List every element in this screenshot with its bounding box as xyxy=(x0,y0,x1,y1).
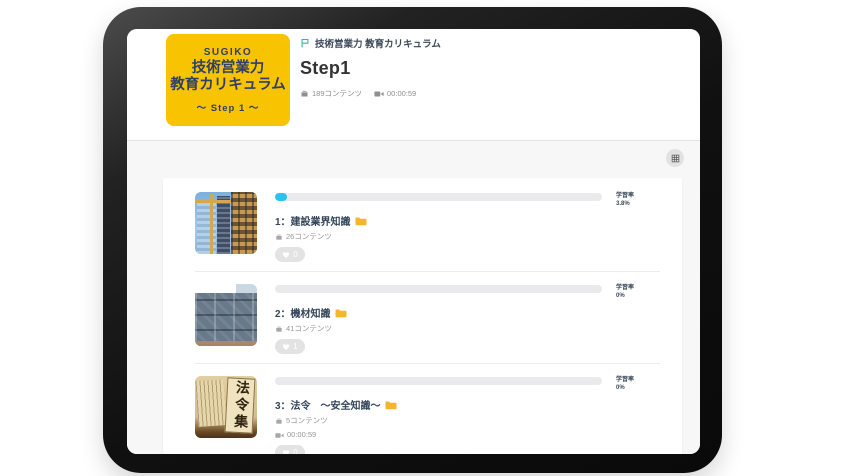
course-thumbnail-lawbook[interactable]: 法令集 xyxy=(195,376,257,438)
learning-rate: 学習率 0% xyxy=(602,284,660,300)
course-contents-label: 5コンテンツ xyxy=(286,416,328,426)
course-row-main: 学習率 0% 3：法令 ～安全知識～ xyxy=(275,376,660,454)
course-row-main: 学習率 0% 2：機材知識 xyxy=(275,284,660,354)
video-icon xyxy=(374,90,384,98)
course-list-card: 学習率 3.8% 1：建設業界知識 xyxy=(163,178,682,454)
course-title[interactable]: 3：法令 ～安全知識～ xyxy=(275,397,660,412)
course-thumbnail-equipment[interactable] xyxy=(195,284,257,346)
progress-bar xyxy=(275,285,602,293)
learning-rate-value: 0% xyxy=(616,292,660,300)
like-count: 1 xyxy=(293,342,297,351)
progress-row: 学習率 3.8% xyxy=(275,192,660,208)
learning-rate: 学習率 0% xyxy=(602,376,660,392)
heart-icon xyxy=(282,449,290,455)
learning-rate: 学習率 3.8% xyxy=(602,192,660,208)
heart-icon xyxy=(282,251,290,259)
course-contents-count: 41コンテンツ xyxy=(275,324,660,334)
heart-icon xyxy=(282,343,290,351)
course-contents-label: 41コンテンツ xyxy=(286,324,332,334)
course-duration: 00:00:59 xyxy=(275,430,660,440)
course-row-3: 法令集 学習率 0% xyxy=(195,363,660,454)
like-button[interactable]: 0 xyxy=(275,445,305,454)
thumbnail-art xyxy=(195,293,257,346)
header-contents-count: 189コンテンツ xyxy=(300,88,362,99)
app-body: 学習率 3.8% 1：建設業界知識 xyxy=(127,141,700,454)
logo-step-text: ～ Step 1 ～ xyxy=(197,100,260,114)
header-contents-label: 189コンテンツ xyxy=(312,88,362,99)
video-icon xyxy=(275,432,284,439)
thumbnail-art xyxy=(231,192,257,254)
progress-bar xyxy=(275,193,602,201)
course-contents-label: 26コンテンツ xyxy=(286,232,332,242)
page: SUGIKO 技術営業力 教育カリキュラム ～ Step 1 ～ 技術営業力 xyxy=(0,0,847,476)
header-main: 技術営業力 教育カリキュラム Step1 189コンテンツ xyxy=(300,36,441,99)
course-title[interactable]: 2：機材知識 xyxy=(275,305,660,320)
course-row-2: 学習率 0% 2：機材知識 xyxy=(195,271,660,363)
learning-rate-label: 学習率 xyxy=(616,284,660,292)
like-button[interactable]: 1 xyxy=(275,339,305,354)
like-button[interactable]: 0 xyxy=(275,247,305,262)
progress-bar xyxy=(275,377,602,385)
thumbnail-art: 法令集 xyxy=(224,377,255,434)
logo-brand-text: SUGIKO xyxy=(204,47,252,58)
header-meta: 189コンテンツ 00:00:59 xyxy=(300,88,441,99)
thumbnail-book-title: 法令集 xyxy=(229,380,252,432)
learning-rate-label: 学習率 xyxy=(616,192,660,200)
flag-icon xyxy=(300,38,310,48)
course-title[interactable]: 1：建設業界知識 xyxy=(275,213,660,228)
thumbnail-art xyxy=(210,194,213,254)
progress-row: 学習率 0% xyxy=(275,376,660,392)
header-duration-label: 00:00:59 xyxy=(387,89,416,98)
folder-icon xyxy=(335,308,347,318)
contents-icon xyxy=(275,233,283,241)
like-count: 0 xyxy=(293,448,297,454)
thumbnail-art xyxy=(195,379,226,427)
learning-rate-value: 3.8% xyxy=(616,200,660,208)
thumbnail-art xyxy=(197,202,216,254)
course-contents-count: 5コンテンツ xyxy=(275,416,660,426)
course-thumbnail-construction[interactable] xyxy=(195,192,257,254)
contents-icon xyxy=(300,89,309,98)
folder-icon xyxy=(355,216,367,226)
course-title-label: 2：機材知識 xyxy=(275,305,331,320)
logo-line1: 技術営業力 xyxy=(192,60,265,78)
tablet-screen: SUGIKO 技術営業力 教育カリキュラム ～ Step 1 ～ 技術営業力 xyxy=(127,29,700,454)
page-title: Step1 xyxy=(300,58,441,79)
course-contents-count: 26コンテンツ xyxy=(275,232,660,242)
course-row-1: 学習率 3.8% 1：建設業界知識 xyxy=(195,180,660,271)
breadcrumb-label: 技術営業力 教育カリキュラム xyxy=(315,36,441,50)
header-duration: 00:00:59 xyxy=(374,89,416,98)
progress-fill xyxy=(275,193,287,201)
like-count: 0 xyxy=(293,250,297,259)
breadcrumb[interactable]: 技術営業力 教育カリキュラム xyxy=(300,36,441,50)
progress-row: 学習率 0% xyxy=(275,284,660,300)
course-title-label: 1：建設業界知識 xyxy=(275,213,351,228)
course-title-label: 3：法令 ～安全知識～ xyxy=(275,397,381,412)
tablet-frame: SUGIKO 技術営業力 教育カリキュラム ～ Step 1 ～ 技術営業力 xyxy=(103,7,722,473)
thumbnail-art xyxy=(196,200,231,203)
learning-rate-value: 0% xyxy=(616,384,660,392)
grid-view-toggle-button[interactable] xyxy=(666,149,684,167)
logo-line2: 教育カリキュラム xyxy=(170,77,286,95)
thumbnail-art xyxy=(195,341,257,346)
grid-view-icon xyxy=(671,154,680,163)
course-logo: SUGIKO 技術営業力 教育カリキュラム ～ Step 1 ～ xyxy=(166,34,290,126)
course-row-main: 学習率 3.8% 1：建設業界知識 xyxy=(275,192,660,262)
app-header: SUGIKO 技術営業力 教育カリキュラム ～ Step 1 ～ 技術営業力 xyxy=(127,29,700,141)
course-duration-label: 00:00:59 xyxy=(287,430,316,440)
contents-icon xyxy=(275,417,283,425)
folder-icon xyxy=(385,400,397,410)
learning-rate-label: 学習率 xyxy=(616,376,660,384)
thumbnail-art xyxy=(217,196,229,254)
contents-icon xyxy=(275,325,283,333)
